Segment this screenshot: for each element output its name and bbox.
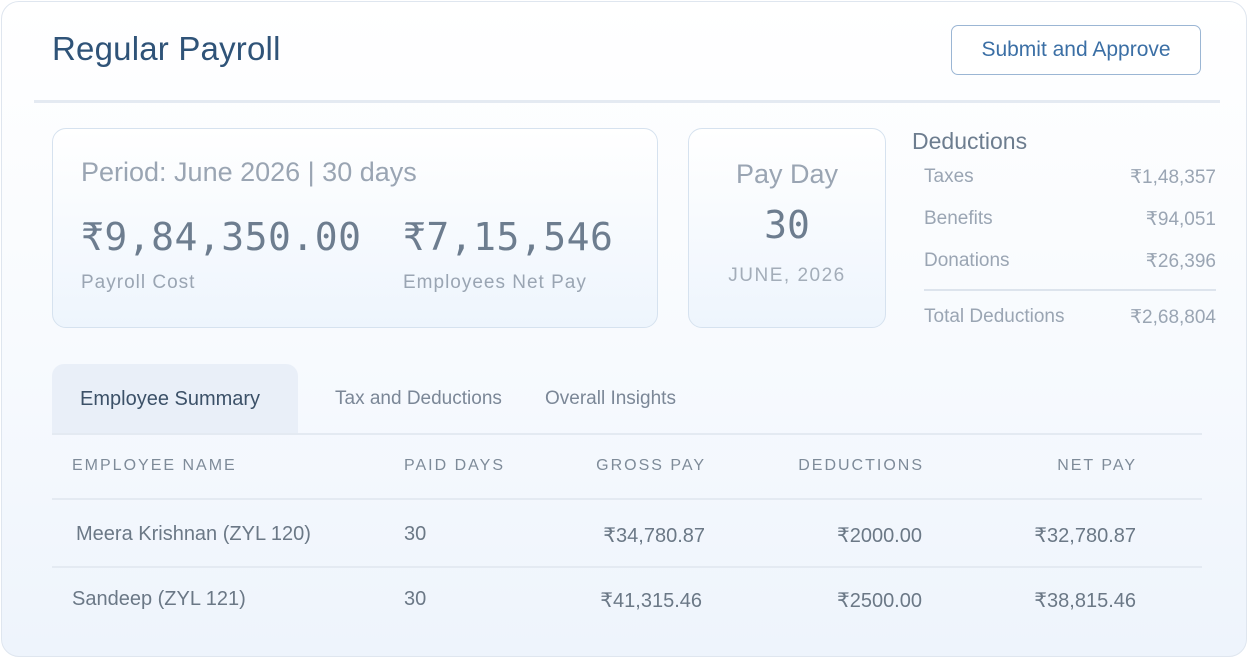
tab-overall-insights[interactable]: Overall Insights [545,364,676,434]
deduction-label: Benefits [924,208,993,229]
column-header-gross-pay: GROSS PAY [596,457,706,474]
payroll-cost-value: ₹9,84,350.00 [81,215,362,259]
pay-day-card: Pay Day 30 JUNE, 2026 [688,128,886,328]
deductions-divider [924,289,1216,291]
tabs-divider [52,433,1202,435]
employee-name: Meera Krishnan (ZYL 120) [76,523,311,545]
net-pay-value: ₹7,15,546 [403,215,614,259]
row-divider [52,566,1202,568]
deduction-value: ₹94,051 [1145,209,1216,230]
gross-pay: ₹41,315.46 [600,590,702,612]
deduction-label: Donations [924,250,1010,271]
pay-day-month: JUNE, 2026 [728,265,846,286]
net-pay-label: Employees Net Pay [403,272,587,293]
column-header-employee-name: EMPLOYEE NAME [72,457,237,474]
deduction-value: ₹1,48,357 [1129,167,1216,188]
page-title: Regular Payroll [52,30,281,67]
total-deductions-value: ₹2,68,804 [1129,307,1216,328]
column-header-deductions: DEDUCTIONS [798,457,924,474]
column-header-paid-days: PAID DAYS [404,457,505,474]
header-divider [34,100,1220,103]
employee-name: Sandeep (ZYL 121) [72,588,246,610]
total-deductions-label: Total Deductions [924,306,1065,327]
row-divider [52,498,1202,500]
net-pay: ₹32,780.87 [1034,525,1136,547]
pay-day-number: 30 [764,203,810,247]
column-header-net-pay: NET PAY [1057,457,1137,474]
deductions-title: Deductions [912,128,1028,154]
submit-and-approve-button[interactable]: Submit and Approve [951,25,1201,75]
period-text: Period: June 2026 | 30 days [81,157,417,187]
paid-days: 30 [404,588,427,610]
net-pay: ₹38,815.46 [1034,590,1136,612]
deductions: ₹2000.00 [836,525,922,547]
tab-tax-and-deductions[interactable]: Tax and Deductions [335,364,502,434]
deduction-value: ₹26,396 [1145,251,1216,272]
gross-pay: ₹34,780.87 [603,525,705,547]
deductions: ₹2500.00 [836,590,922,612]
pay-day-label: Pay Day [735,159,839,189]
paid-days: 30 [404,523,427,545]
period-summary-card: Period: June 2026 | 30 days ₹9,84,350.00… [52,128,658,328]
payroll-cost-label: Payroll Cost [81,272,196,293]
tab-employee-summary[interactable]: Employee Summary [52,364,298,434]
payroll-card: Regular Payroll Submit and Approve Perio… [1,1,1247,657]
deduction-label: Taxes [924,166,974,187]
